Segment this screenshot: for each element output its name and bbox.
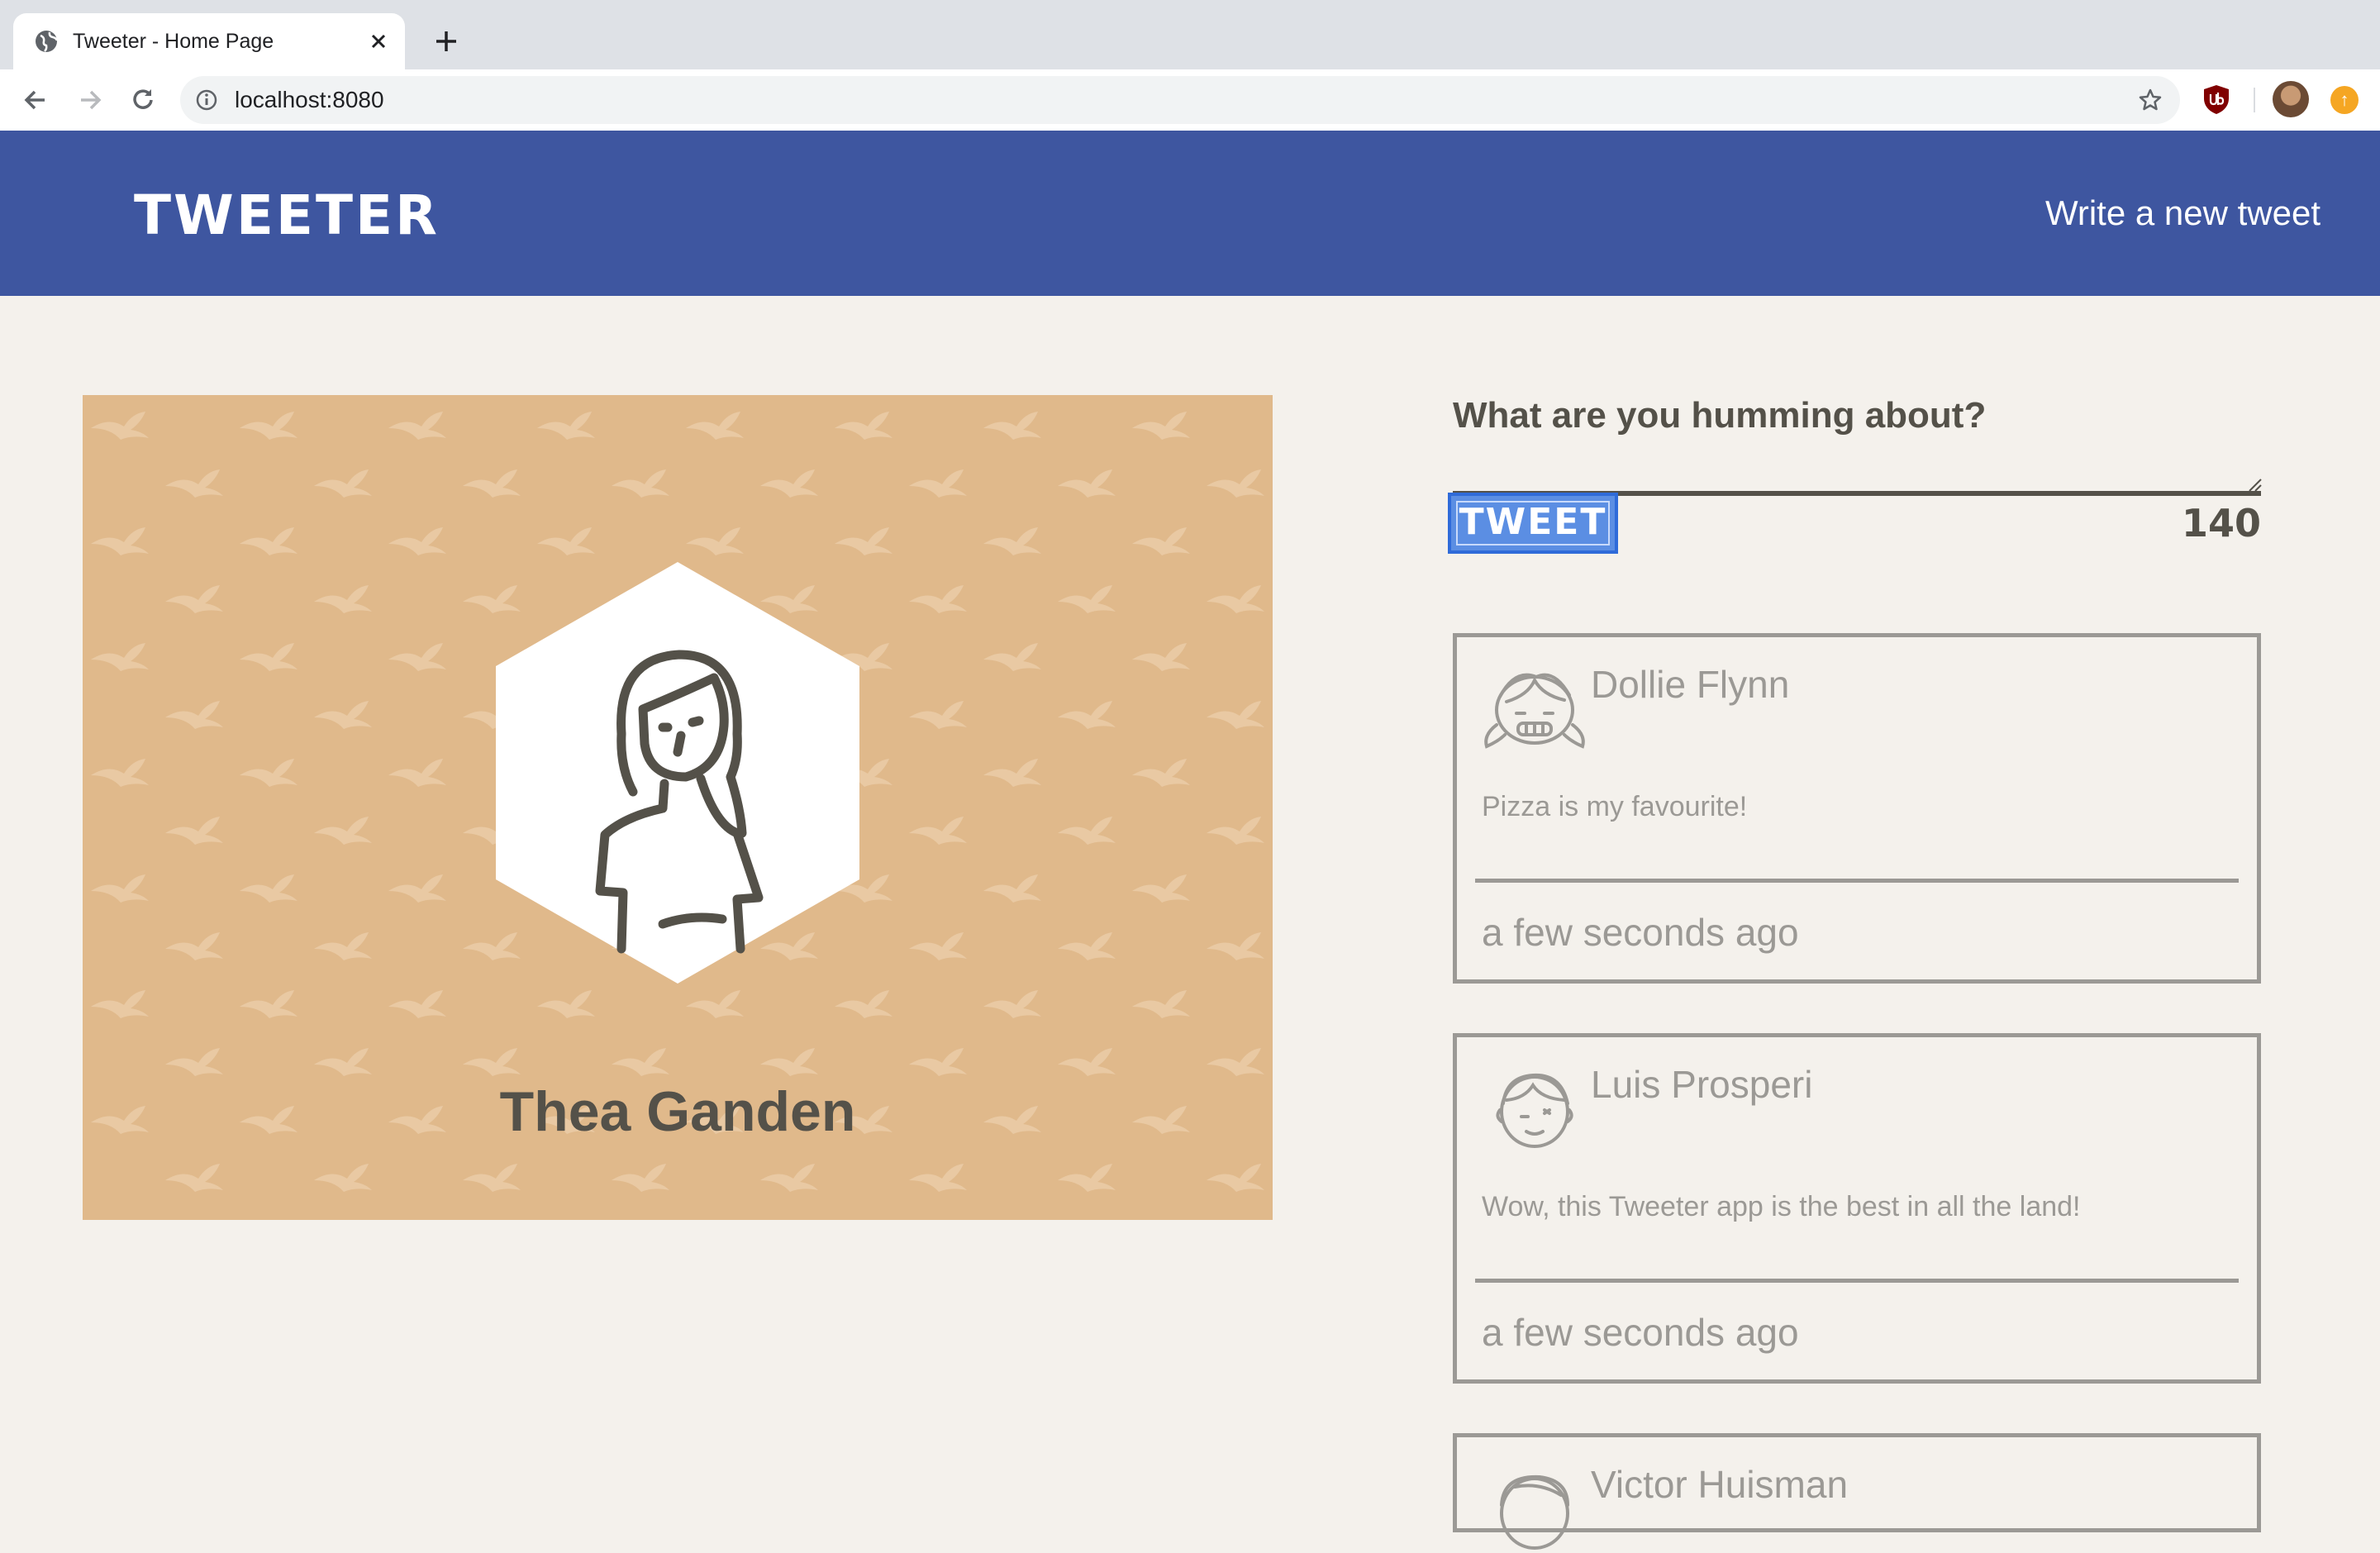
character-counter: 140 <box>2181 501 2261 545</box>
man-avatar-icon <box>1500 1474 1569 1550</box>
close-icon[interactable] <box>367 30 390 53</box>
url-text: localhost:8080 <box>235 87 384 112</box>
boy-avatar-icon <box>1496 1073 1573 1148</box>
star-icon[interactable] <box>2137 87 2163 113</box>
back-icon[interactable] <box>20 84 51 116</box>
extension-icon[interactable]: ↑ <box>2330 86 2359 114</box>
plus-icon[interactable] <box>431 26 461 56</box>
tab-title: Tweeter - Home Page <box>73 30 274 53</box>
profile-name: Thea Ganden <box>499 1080 856 1143</box>
girl-avatar-icon <box>1484 673 1585 749</box>
globe-icon <box>36 31 59 52</box>
browser-toolbar: localhost:8080 ↑ <box>0 69 2380 131</box>
ublock-icon[interactable] <box>2202 83 2231 115</box>
forward-icon[interactable] <box>74 84 106 116</box>
write-new-tweet-link[interactable]: Write a new tweet <box>2045 193 2320 233</box>
tweet-text: Wow, this Tweeter app is the best in all… <box>1482 1191 2081 1222</box>
tweet-author: Luis Prosperi <box>1591 1063 1813 1106</box>
tweet-card: Dollie Flynn Pizza is my favourite! a fe… <box>1453 633 2261 984</box>
profile-avatar[interactable] <box>2273 81 2309 117</box>
tweet-card: Victor Huisman <box>1453 1433 2261 1550</box>
tweet-divider <box>1475 1279 2239 1283</box>
address-bar[interactable]: localhost:8080 <box>180 76 2180 124</box>
compose-heading: What are you humming about? <box>1453 395 1987 436</box>
tweet-button-label: Tweet <box>1459 501 1607 543</box>
tab-strip: Tweeter - Home Page <box>0 0 2380 69</box>
tweet-button[interactable]: Tweet <box>1448 493 1618 554</box>
profile-card: Thea Ganden <box>83 395 1273 1220</box>
toolbar-divider <box>2254 88 2255 112</box>
tweet-author: Victor Huisman <box>1591 1463 1849 1506</box>
tweet-timestamp: a few seconds ago <box>1482 911 1799 954</box>
tweet-divider <box>1475 879 2239 883</box>
tweet-timestamp: a few seconds ago <box>1482 1311 1799 1354</box>
browser-tab[interactable]: Tweeter - Home Page <box>13 13 405 69</box>
reload-icon[interactable] <box>127 84 159 116</box>
app-header: Tweeter Write a new tweet <box>0 131 2380 296</box>
tweet-textarea[interactable] <box>1453 460 2261 496</box>
tweet-card: Luis Prosperi Wow, this Tweeter app is t… <box>1453 1033 2261 1384</box>
brand-logo[interactable]: Tweeter <box>134 183 440 247</box>
tweet-author: Dollie Flynn <box>1591 663 1790 706</box>
profile-avatar-hexagon <box>496 562 859 984</box>
info-icon[interactable] <box>195 88 218 112</box>
tweet-text: Pizza is my favourite! <box>1482 791 1748 822</box>
resize-grip-icon[interactable] <box>2248 478 2263 493</box>
